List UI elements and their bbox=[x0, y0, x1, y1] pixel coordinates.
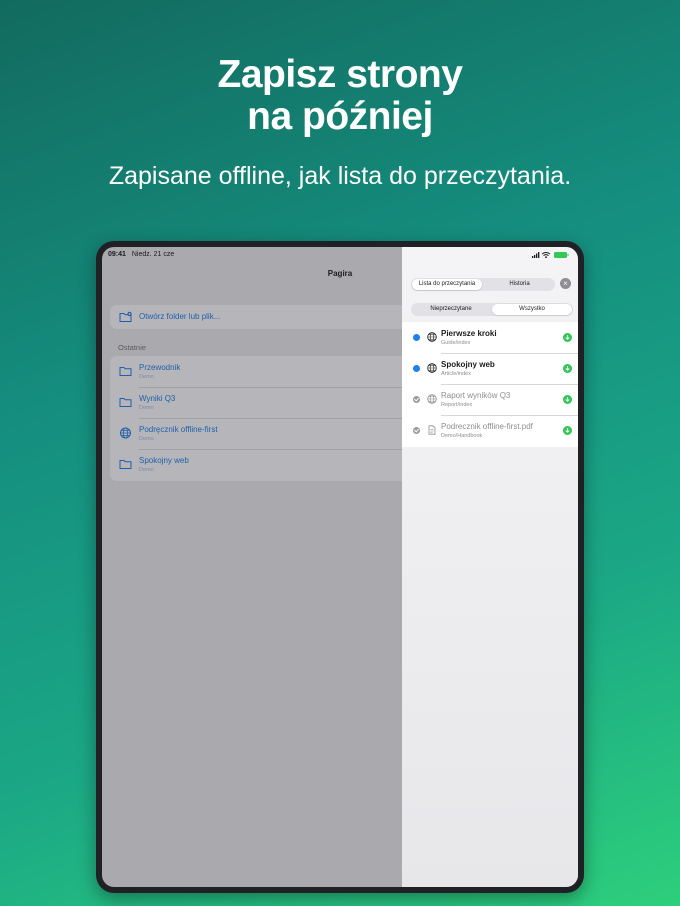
status-time: 09:41 bbox=[108, 251, 126, 258]
tab-history[interactable]: Historia bbox=[485, 279, 554, 290]
reading-item-path: Report/index bbox=[441, 402, 473, 408]
folder-add-icon bbox=[119, 311, 132, 322]
download-icon[interactable] bbox=[563, 333, 572, 342]
reading-item-title: Raport wyników Q3 bbox=[441, 391, 511, 400]
globe-icon bbox=[427, 394, 437, 404]
status-bar: 09:41 Niedz. 21 cze bbox=[108, 251, 174, 258]
unread-indicator bbox=[413, 365, 420, 372]
recent-item-title: Spokojny web bbox=[139, 456, 189, 465]
reading-list-item[interactable]: Spokojny web Article/index bbox=[402, 353, 578, 384]
panel-tabs: Lista do przeczytania Historia bbox=[411, 278, 555, 291]
reading-list: Pierwsze kroki Guide/index Spokojny web … bbox=[402, 322, 578, 447]
tablet-device: 09:41 Niedz. 21 cze Pagira Otwórz folder… bbox=[96, 241, 584, 893]
reading-item-title: Pierwsze kroki bbox=[441, 329, 497, 338]
download-icon[interactable] bbox=[563, 426, 572, 435]
recent-item-subtitle: Demo bbox=[139, 436, 154, 442]
read-indicator bbox=[413, 396, 420, 403]
reading-item-title: Spokojny web bbox=[441, 360, 495, 369]
folder-icon bbox=[119, 367, 132, 376]
download-icon[interactable] bbox=[563, 364, 572, 373]
recent-item-wyniki-q3[interactable]: Wyniki Q3 Demo bbox=[110, 387, 410, 418]
open-folder-label: Otwórz folder lub plik... bbox=[139, 312, 221, 321]
globe-icon bbox=[427, 363, 437, 373]
recent-item-subtitle: Demo bbox=[139, 467, 154, 473]
read-indicator bbox=[413, 427, 420, 434]
recent-item-title: Wyniki Q3 bbox=[139, 394, 176, 403]
download-icon[interactable] bbox=[563, 395, 572, 404]
headline: Zapisz strony na później bbox=[0, 54, 680, 138]
headline-line-1: Zapisz strony bbox=[217, 53, 463, 96]
recent-item-subtitle: Demo bbox=[139, 374, 154, 380]
filter-all[interactable]: Wszystko bbox=[492, 304, 572, 315]
status-indicators bbox=[532, 252, 569, 259]
tab-reading-list[interactable]: Lista do przeczytania bbox=[412, 279, 482, 290]
recent-item-title: Przewodnik bbox=[139, 363, 181, 372]
recent-list: Przewodnik Demo Wyniki Q3 Demo Podręczni… bbox=[110, 356, 410, 481]
folder-icon bbox=[119, 460, 132, 469]
recent-item-subtitle: Demo bbox=[139, 405, 154, 411]
battery-icon bbox=[554, 252, 569, 258]
filter-unread[interactable]: Nieprzeczytane bbox=[412, 304, 490, 315]
reading-list-panel: Lista do przeczytania Historia × Nieprze… bbox=[402, 247, 578, 887]
recent-item-podrecznik[interactable]: Podręcznik offline-first Demo bbox=[110, 418, 410, 449]
signal-icon bbox=[532, 252, 540, 258]
reading-item-path: Guide/index bbox=[441, 340, 471, 346]
reading-list-item[interactable]: Podrecznik offline-first.pdf Demo/Handbo… bbox=[402, 415, 578, 446]
unread-indicator bbox=[413, 334, 420, 341]
recent-item-przewodnik[interactable]: Przewodnik Demo bbox=[110, 356, 410, 387]
recent-item-title: Podręcznik offline-first bbox=[139, 425, 218, 434]
tablet-screen: 09:41 Niedz. 21 cze Pagira Otwórz folder… bbox=[102, 247, 578, 887]
globe-icon bbox=[427, 332, 437, 342]
reading-item-path: Article/index bbox=[441, 371, 471, 377]
filter-tabs: Nieprzeczytane Wszystko bbox=[411, 303, 573, 316]
close-icon[interactable]: × bbox=[560, 278, 571, 289]
recent-section-label: Ostatnie bbox=[118, 343, 146, 352]
wifi-icon bbox=[541, 252, 551, 259]
globe-icon bbox=[120, 427, 131, 439]
app-title: Pagira bbox=[327, 269, 353, 278]
reading-item-path: Demo/Handbook bbox=[441, 433, 483, 439]
reading-list-item[interactable]: Pierwsze kroki Guide/index bbox=[402, 322, 578, 353]
subheadline: Zapisane offline, jak lista do przeczyta… bbox=[108, 162, 572, 190]
document-icon bbox=[428, 425, 436, 435]
recent-item-spokojny-web[interactable]: Spokojny web Demo bbox=[110, 449, 410, 480]
folder-icon bbox=[119, 398, 132, 407]
status-date: Niedz. 21 cze bbox=[131, 251, 175, 258]
reading-list-item[interactable]: Raport wyników Q3 Report/index bbox=[402, 384, 578, 415]
open-folder-button[interactable]: Otwórz folder lub plik... bbox=[110, 305, 410, 329]
reading-item-title: Podrecznik offline-first.pdf bbox=[441, 422, 533, 431]
headline-line-2: na później bbox=[247, 95, 433, 138]
